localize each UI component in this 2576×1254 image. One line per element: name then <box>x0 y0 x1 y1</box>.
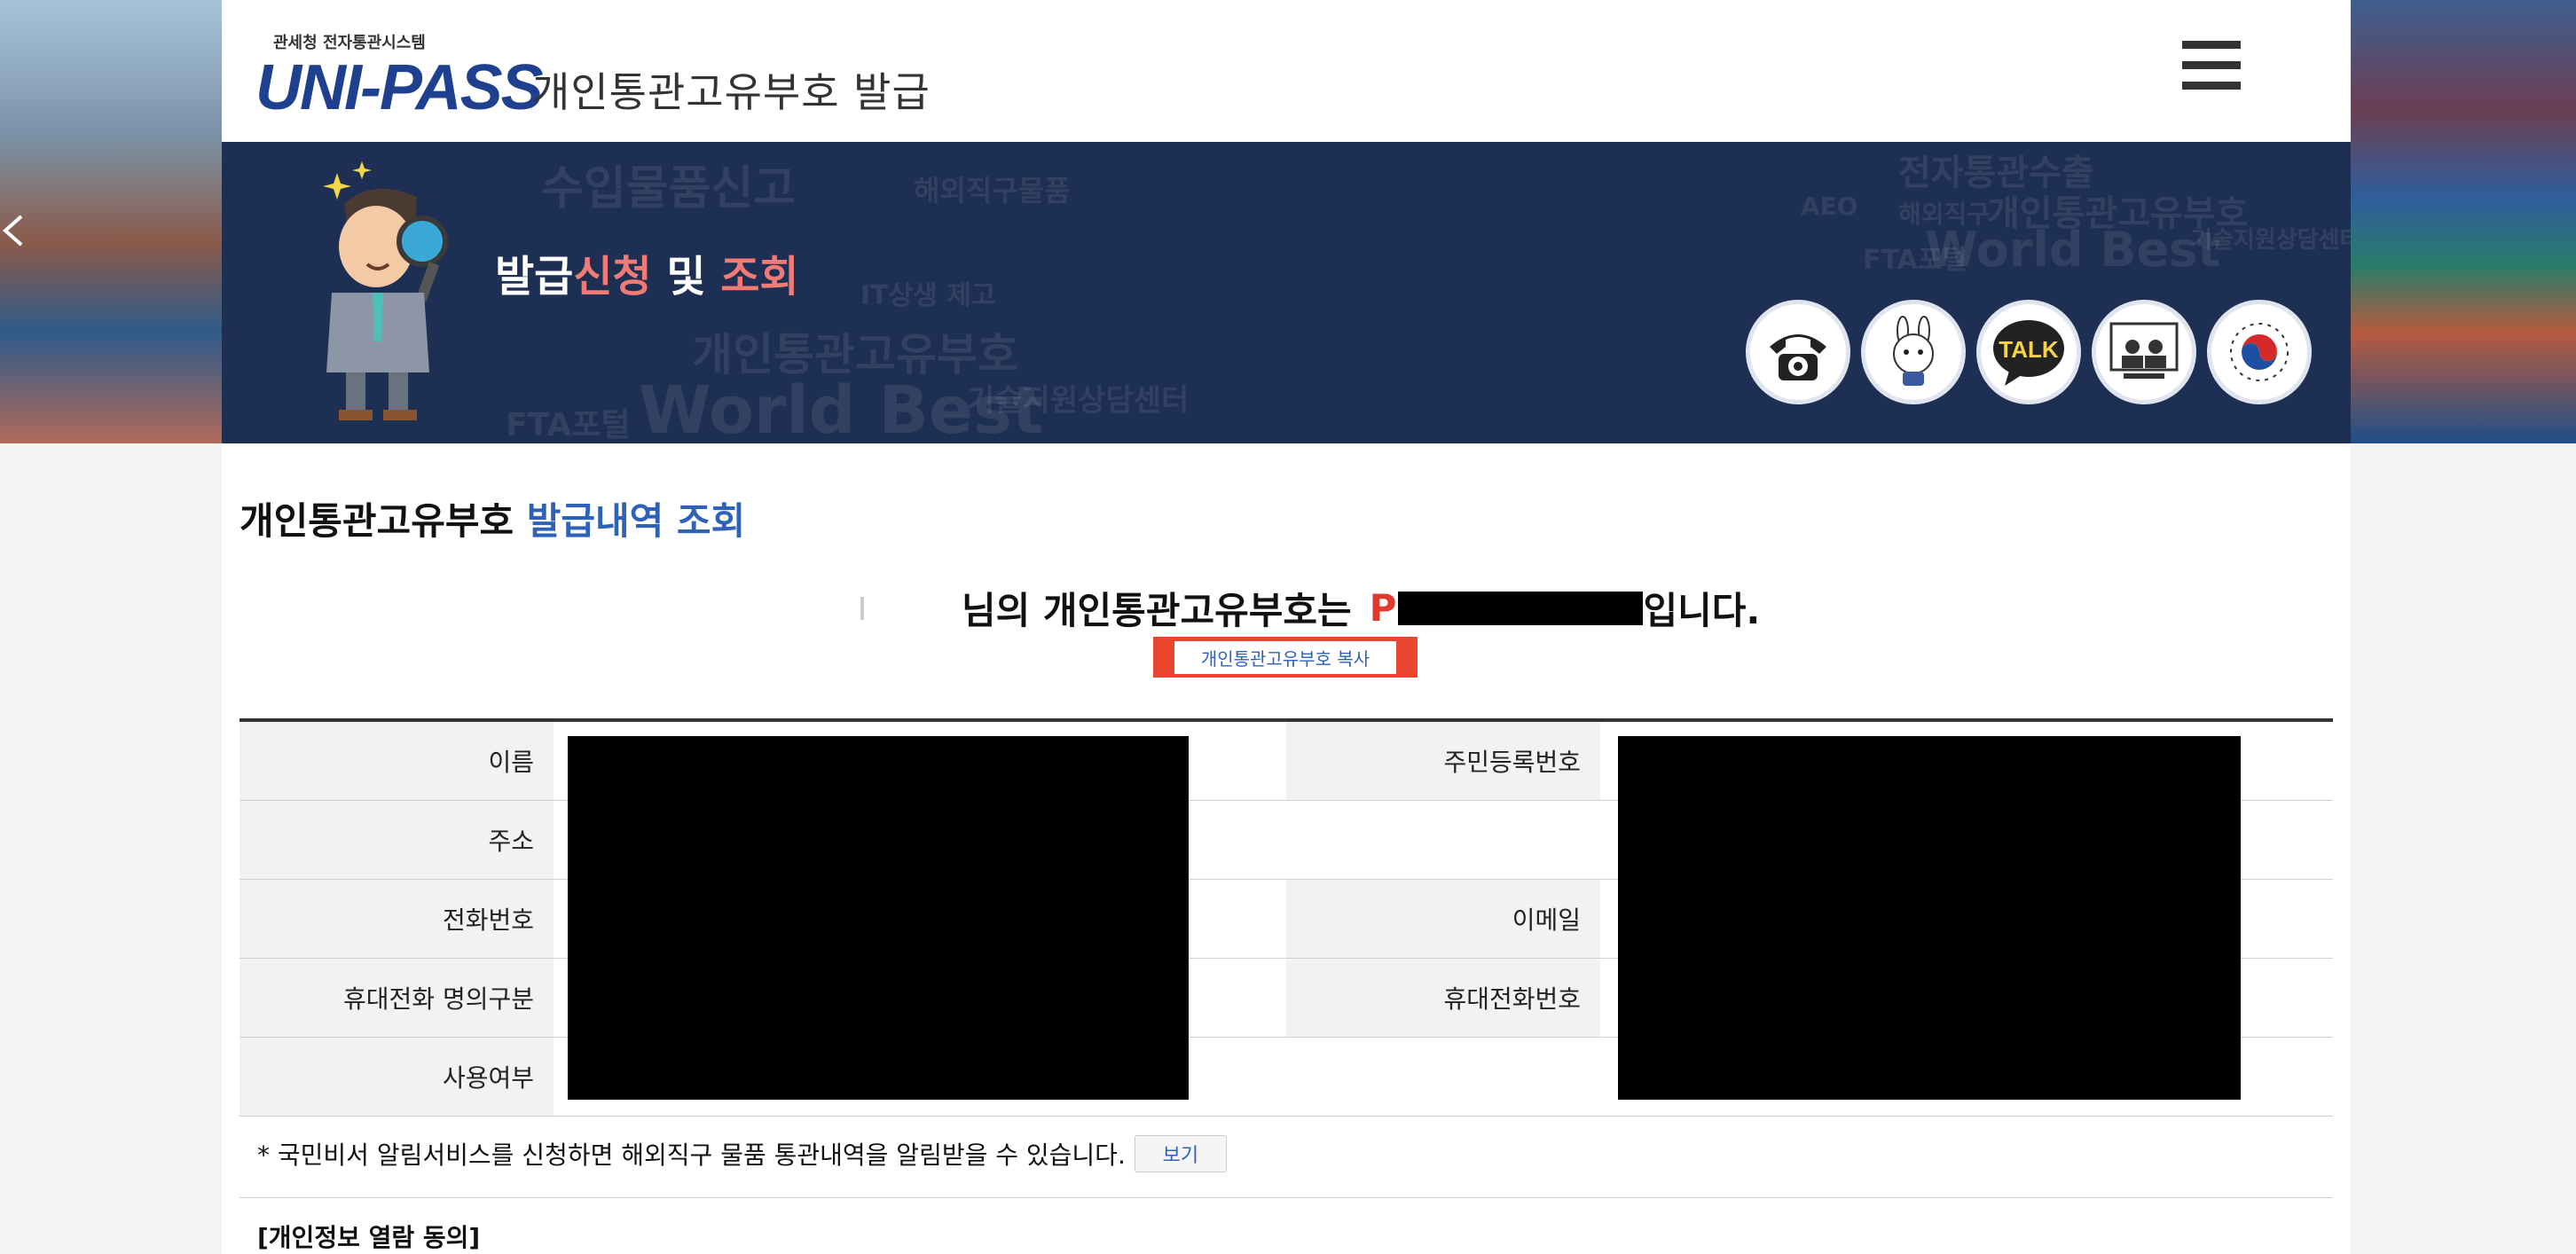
info-table: 이름 주민등록번호 주소 전화번호 이메일 휴대전화 명의구분 휴대전화번호 사… <box>240 718 2333 1117</box>
talk-icon-label: TALK <box>1999 336 2059 363</box>
unipass-logo[interactable]: UNI-PASS <box>255 51 544 124</box>
wordcloud-text: FTA포털 <box>1863 245 1967 276</box>
page-title: 개인통관고유부호 발급 <box>532 68 931 116</box>
label-address: 주소 <box>240 801 554 879</box>
copy-code-button[interactable]: 개인통관고유부호 복사 <box>1153 637 1418 678</box>
mascot-rabbit-icon[interactable] <box>1861 300 1966 404</box>
notice-text: * 국민비서 알림서비스를 신청하면 해외직구 물품 통관내역을 알림받을 수 … <box>257 1140 1126 1170</box>
video-consult-icon[interactable] <box>2092 300 2196 404</box>
background-photo-left <box>0 0 222 443</box>
background-photo-right <box>2351 0 2576 443</box>
redacted-right-values <box>1618 736 2241 1100</box>
logo-subtitle: 관세청 전자통관시스템 <box>273 34 426 52</box>
result-end-text: 입니다. <box>1643 589 1761 632</box>
phone-icon[interactable] <box>1746 300 1850 404</box>
korea-emblem-icon[interactable] <box>2207 300 2312 404</box>
redacted-customs-code <box>1398 591 1644 625</box>
talk-icon[interactable]: TALK <box>1976 300 2081 404</box>
label-mobile-owner-type: 휴대전화 명의구분 <box>240 959 554 1037</box>
banner-title-part: 신청 <box>573 252 652 302</box>
slider-prev-arrow[interactable] <box>0 213 27 248</box>
wordcloud-text: 수입물품신고 <box>541 162 797 216</box>
redacted-name-placeholder <box>860 596 864 620</box>
label-name: 이름 <box>240 722 554 800</box>
hamburger-menu-icon[interactable] <box>2182 41 2241 94</box>
header: 관세청 전자통관시스템 UNI-PASS 개인통관고유부호 발급 <box>222 0 2351 142</box>
section-title-highlight: 발급내역 조회 <box>526 499 746 543</box>
wordcloud-text: 기술지원상담센터 <box>967 383 1190 419</box>
banner-title-part: 조회 <box>720 252 799 302</box>
label-resident-number: 주민등록번호 <box>1286 722 1600 800</box>
wordcloud-text: 기술지원상담센터 <box>2191 227 2351 254</box>
label-mobile-number: 휴대전화번호 <box>1286 959 1600 1037</box>
banner-title-part: 발급 <box>495 252 574 302</box>
wordcloud-text: 해외직구물품 <box>914 174 1071 208</box>
wordcloud-text: World Best <box>1925 222 2221 278</box>
section-title-part: 개인통관고유부호 <box>240 499 514 543</box>
customs-code-prefix: P <box>1369 586 1397 630</box>
banner-title-part: 및 <box>651 252 721 302</box>
divider <box>240 1197 2333 1198</box>
banner: 수입물품신고 해외직구물품 전자통관수출 개인통관고유부호 World Best… <box>222 142 2351 443</box>
section-title: 개인통관고유부호 발급내역 조회 <box>240 491 745 545</box>
redacted-left-values <box>568 736 1189 1100</box>
view-button[interactable]: 보기 <box>1134 1135 1227 1172</box>
page-container: 관세청 전자통관시스템 UNI-PASS 개인통관고유부호 발급 수입물품신고 … <box>222 0 2351 1254</box>
wordcloud-text: FTA포털 <box>506 407 631 443</box>
wordcloud-text: AEO <box>1801 192 1858 221</box>
mascot-illustration <box>323 161 448 420</box>
banner-title: 발급신청 및 조회 <box>495 241 799 303</box>
label-email: 이메일 <box>1286 880 1600 958</box>
wordcloud-text: IT상생 제고 <box>860 280 996 311</box>
copy-code-button-label: 개인통관고유부호 복사 <box>1174 640 1397 674</box>
notice: * 국민비서 알림서비스를 신청하면 해외직구 물품 통관내역을 알림받을 수 … <box>257 1135 1227 1172</box>
result-text: 님의 개인통관고유부호는 <box>962 589 1352 632</box>
consent-heading: [개인정보 열람 동의] <box>257 1223 481 1252</box>
quick-menu: TALK <box>1746 300 2312 404</box>
label-phone: 전화번호 <box>240 880 554 958</box>
result-message: 님의 개인통관고유부호는 P 입니다. <box>860 581 1760 635</box>
label-usage-status: 사용여부 <box>240 1038 554 1116</box>
